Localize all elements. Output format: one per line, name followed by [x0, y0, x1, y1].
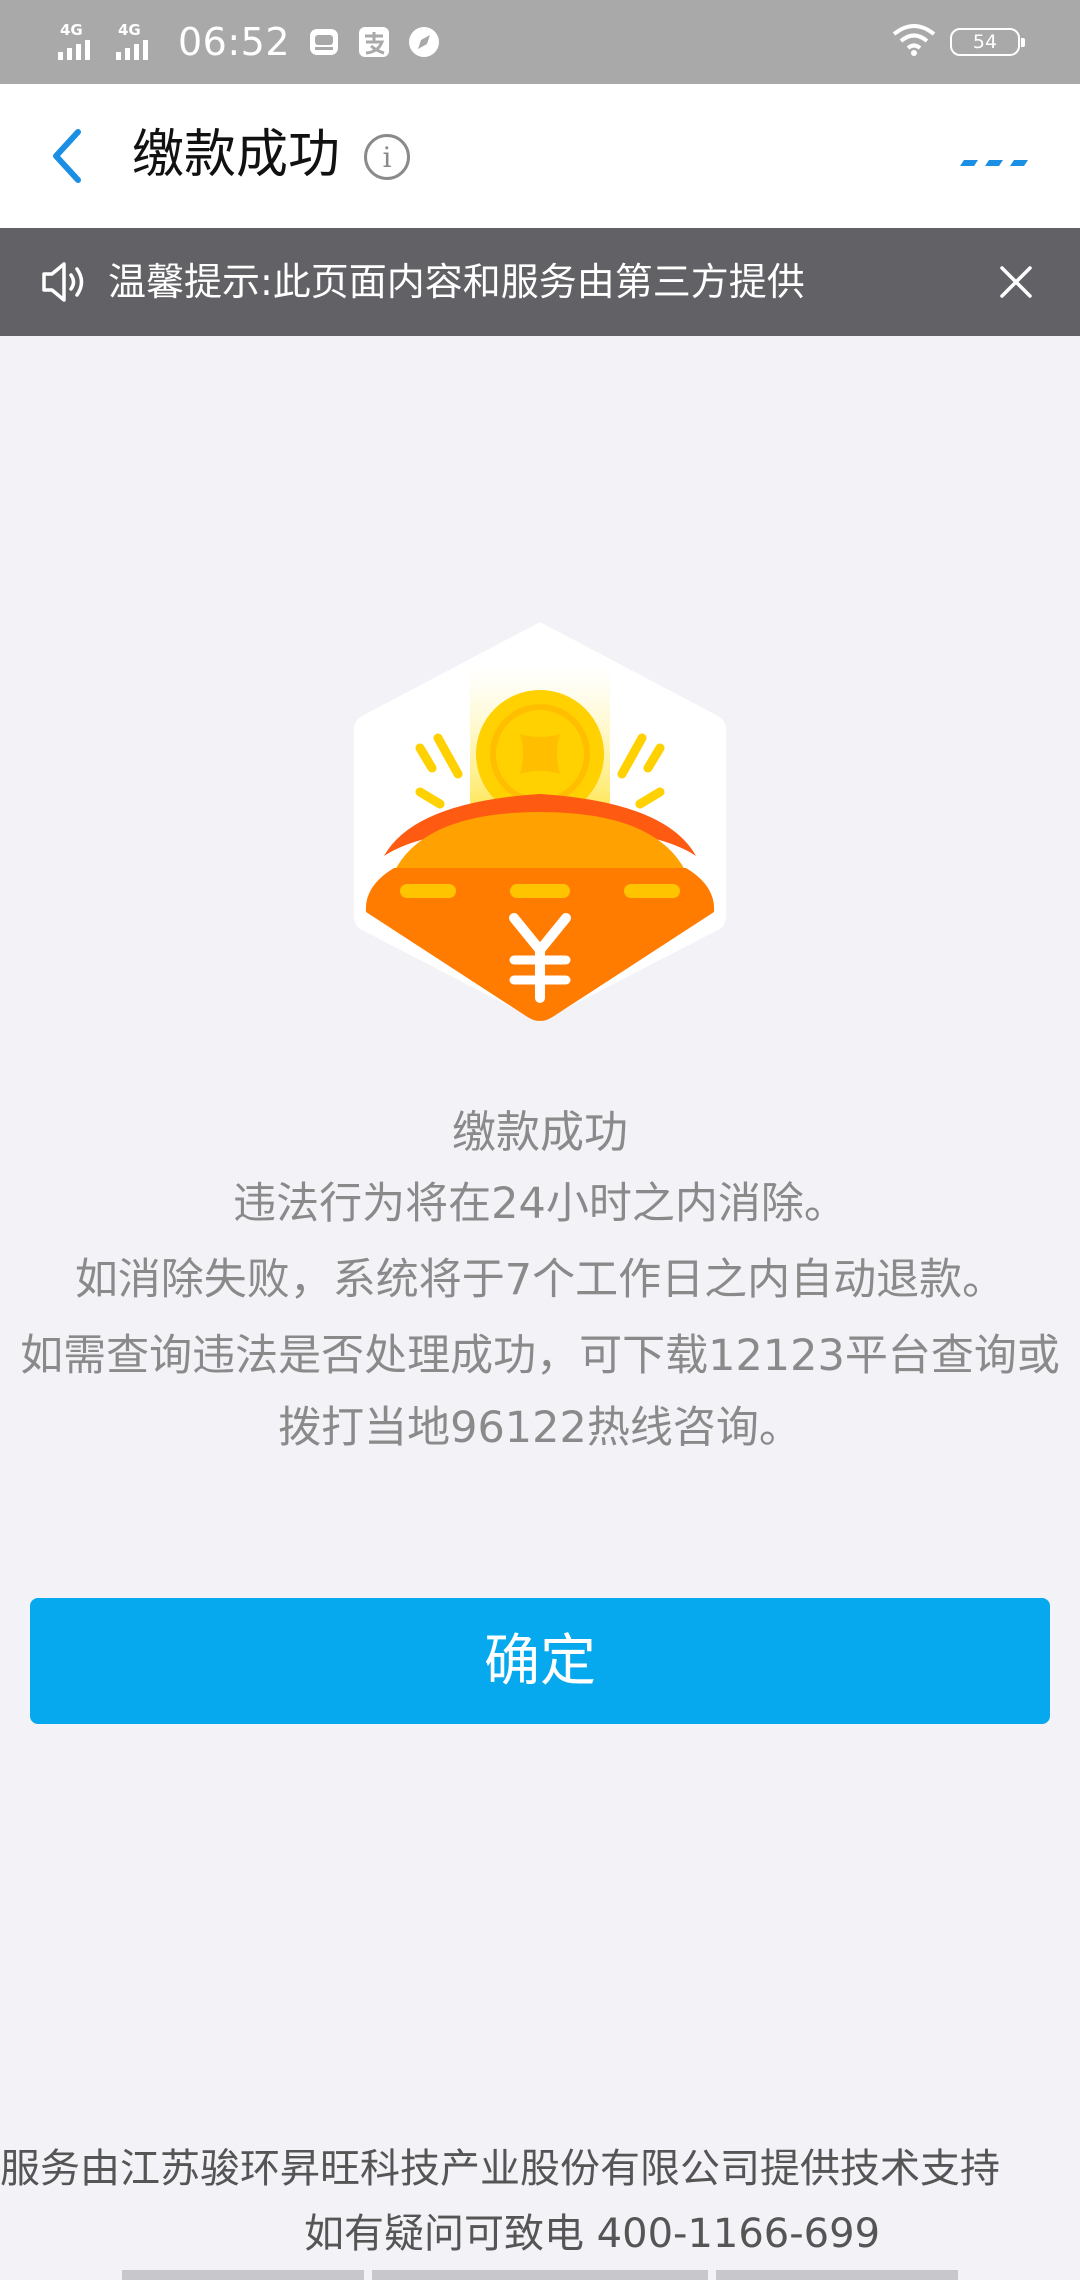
chevron-left-icon — [53, 129, 81, 183]
battery-level: 54 — [972, 31, 998, 53]
wifi-icon — [892, 23, 936, 61]
network-type-1: 4G — [60, 21, 83, 39]
more-dots-icon — [960, 160, 1028, 166]
signal-1-icon: 4G — [58, 22, 110, 62]
result-line-2: 如消除失败，系统将于7个工作日之内自动退款。 — [74, 1255, 1006, 1305]
footer: 服务由江苏骏环昇旺科技产业股份有限公司提供技术支持 如有疑问可致电 400-11… — [0, 2136, 1080, 2266]
result-message: 缴款成功 违法行为将在24小时之内消除。 如消除失败，系统将于7个工作日之内自动… — [0, 1100, 1080, 1464]
notice-text: 温馨提示:此页面内容和服务由第三方提供 — [108, 260, 805, 304]
compass-notification-icon — [406, 24, 442, 60]
result-title: 缴款成功 — [452, 1107, 628, 1158]
notice-close-button[interactable] — [986, 252, 1046, 312]
result-line-1: 违法行为将在24小时之内消除。 — [233, 1179, 847, 1229]
status-bar: 4G 4G 06:52 54 — [0, 0, 1080, 84]
alipay-notification-icon — [356, 24, 392, 60]
battery-icon: 54 — [950, 28, 1025, 56]
confirm-button[interactable]: 确定 — [30, 1598, 1050, 1724]
notice-bar: 温馨提示:此页面内容和服务由第三方提供 — [0, 228, 1080, 336]
signal-2-icon: 4G — [116, 22, 168, 62]
home-indicator-segment — [372, 2270, 708, 2280]
more-button[interactable] — [958, 140, 1030, 174]
home-indicator-segment — [716, 2270, 958, 2280]
hotline-text: 如有疑问可致电 400-1166-699 — [303, 2211, 881, 2257]
home-indicator-segment — [122, 2270, 364, 2280]
result-line-3: 如需查询违法是否处理成功，可下载12123平台查询或拨打当地96122热线咨询。 — [20, 1331, 1060, 1453]
close-icon — [1000, 266, 1032, 298]
app-notification-icon — [306, 24, 342, 60]
page-title: 缴款成功 — [132, 125, 341, 185]
money-bag-coin-icon — [354, 616, 726, 1028]
navigation-bar: 缴款成功 i — [0, 84, 1080, 228]
speaker-icon — [40, 258, 90, 306]
network-type-2: 4G — [118, 21, 141, 39]
back-button[interactable] — [36, 120, 96, 192]
status-bar-right: 54 — [892, 0, 1025, 84]
info-symbol: i — [382, 140, 392, 174]
status-bar-left: 4G 4G 06:52 — [58, 0, 456, 84]
support-text: 服务由江苏骏环昇旺科技产业股份有限公司提供技术支持 — [0, 2146, 1000, 2192]
status-time: 06:52 — [178, 20, 291, 64]
info-icon[interactable]: i — [364, 134, 410, 180]
